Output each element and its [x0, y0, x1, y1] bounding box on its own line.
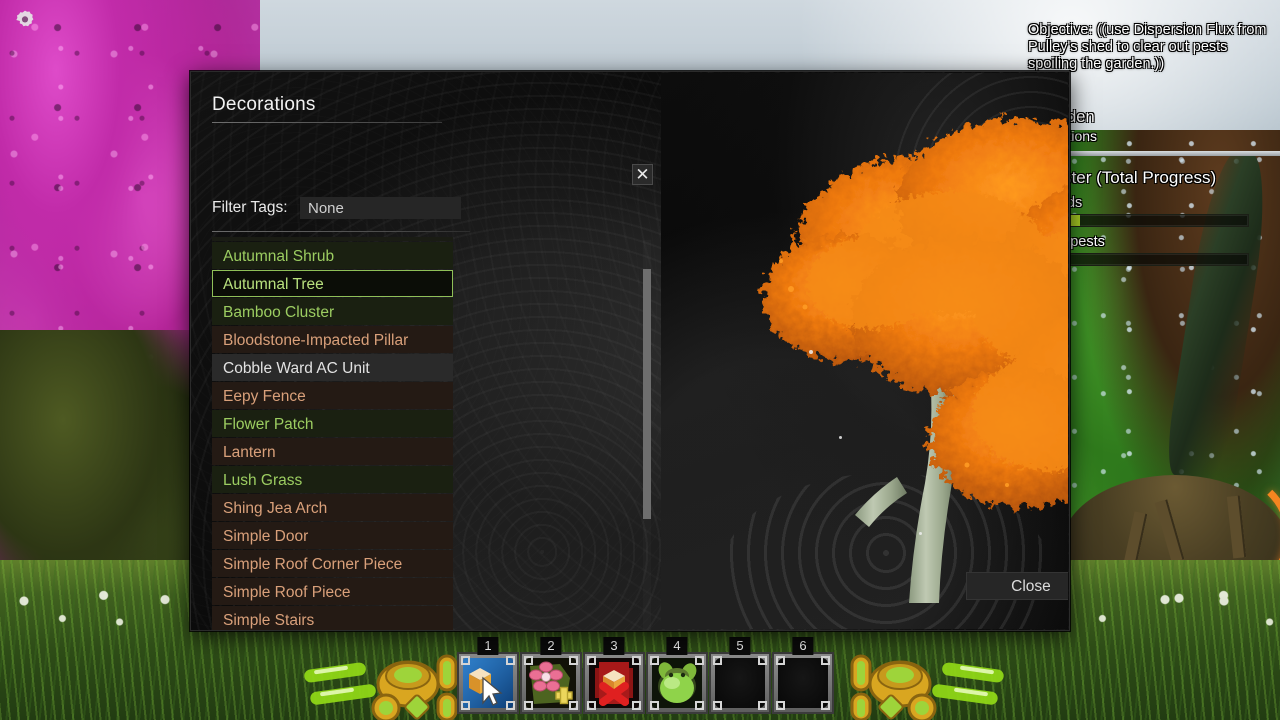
skill-slot-1[interactable]: 1 [457, 637, 519, 714]
preview-sparkle [919, 532, 922, 535]
decoration-list-item[interactable]: Eepy Fence [212, 382, 453, 409]
slot-corner [524, 701, 533, 710]
health-orb-ornament-icon [850, 654, 1004, 720]
slot-corner [713, 656, 722, 665]
slot-corner [821, 656, 830, 665]
health-orb-ornament-icon [304, 654, 458, 720]
objective-text: Objective: ((use Dispersion Flux from Pu… [1028, 22, 1267, 72]
decoration-list-item[interactable]: Autumnal Shrub [212, 242, 453, 269]
title-divider [212, 122, 442, 123]
slot-corner [569, 656, 578, 665]
dialog-title: Decorations [212, 94, 316, 115]
autumnal-tree-model-icon [763, 119, 1068, 603]
decoration-list-item[interactable]: Simple Stairs [212, 606, 453, 630]
slot-corner [650, 701, 659, 710]
list-top-cap [212, 237, 453, 241]
skill-slot-2[interactable]: 2 [520, 637, 582, 714]
skillbar-right-ornament [838, 648, 1008, 720]
decoration-list-item[interactable]: Simple Roof Piece [212, 578, 453, 605]
slot-corner [713, 701, 722, 710]
list-scrollbar-thumb[interactable] [643, 269, 651, 519]
game-screen: Objective: ((use Dispersion Flux from Pu… [0, 0, 1280, 720]
filter-divider [212, 231, 470, 232]
skill-slot-3[interactable]: 3 [583, 637, 645, 714]
slot-corner [587, 701, 596, 710]
close-icon[interactable]: ✕ [632, 164, 653, 185]
decoration-list-item[interactable]: Simple Roof Corner Piece [212, 550, 453, 577]
decoration-list-item[interactable]: Flower Patch [212, 410, 453, 437]
skill-keybind: 1 [477, 637, 499, 655]
skill-keybind: 2 [540, 637, 562, 655]
slot-corner [524, 656, 533, 665]
close-button[interactable]: Close [966, 572, 1068, 600]
decoration-list-item[interactable]: Bamboo Cluster [212, 298, 453, 325]
slot-corner [506, 656, 515, 665]
skill-keybind: 6 [792, 637, 814, 655]
gear-icon [16, 10, 34, 27]
decorations-dialog: Decorations Filter Tags: ✕ Autumnal Shru… [190, 71, 1070, 631]
slot-corner [758, 701, 767, 710]
slot-corner [776, 701, 785, 710]
slot-corner [587, 656, 596, 665]
skill-slot-4[interactable]: 4 [646, 637, 708, 714]
decoration-preview-panel[interactable]: Drag to rotate preview. Close Place Deco… [661, 73, 1068, 629]
slot-corner [461, 701, 470, 710]
slot-corner [821, 701, 830, 710]
slot-corner [758, 656, 767, 665]
filter-tags-input[interactable] [300, 197, 461, 219]
decoration-list-item[interactable]: Shing Jea Arch [212, 494, 453, 521]
skill-bar: 1 2 3 4 5 6 [457, 637, 835, 714]
slot-corner [695, 656, 704, 665]
skillbar-left-ornament [300, 648, 470, 720]
decoration-list-item[interactable]: Autumnal Tree [212, 270, 453, 297]
decoration-list-item[interactable]: Bloodstone-Impacted Pillar [212, 326, 453, 353]
skill-slot-5[interactable]: 5 [709, 637, 771, 714]
slot-corner [632, 701, 641, 710]
skill-keybind: 5 [729, 637, 751, 655]
filter-tags-label: Filter Tags: [212, 199, 288, 216]
settings-gear-button[interactable] [13, 8, 37, 32]
slot-corner [506, 701, 515, 710]
decoration-list-item[interactable]: Lantern [212, 438, 453, 465]
decoration-list-item[interactable]: Simple Door [212, 522, 453, 549]
slot-corner [695, 701, 704, 710]
skill-keybind: 3 [603, 637, 625, 655]
preview-sparkle [839, 436, 842, 439]
slot-corner [569, 701, 578, 710]
autumnal-tree-preview [721, 93, 1068, 629]
decoration-list[interactable]: Autumnal Shrub Autumnal Tree Bamboo Cluste… [212, 237, 453, 630]
decoration-list-item[interactable]: Cobble Ward AC Unit [212, 354, 453, 381]
decoration-list-item[interactable]: Lush Grass [212, 466, 453, 493]
slot-corner [461, 656, 470, 665]
slot-corner [776, 656, 785, 665]
skill-keybind: 4 [666, 637, 688, 655]
slot-corner [632, 656, 641, 665]
decoration-list-rows: Autumnal Shrub Autumnal Tree Bamboo Cluste… [212, 242, 453, 630]
slot-corner [650, 656, 659, 665]
skill-slot-6[interactable]: 6 [772, 637, 834, 714]
preview-sparkle [809, 350, 813, 354]
